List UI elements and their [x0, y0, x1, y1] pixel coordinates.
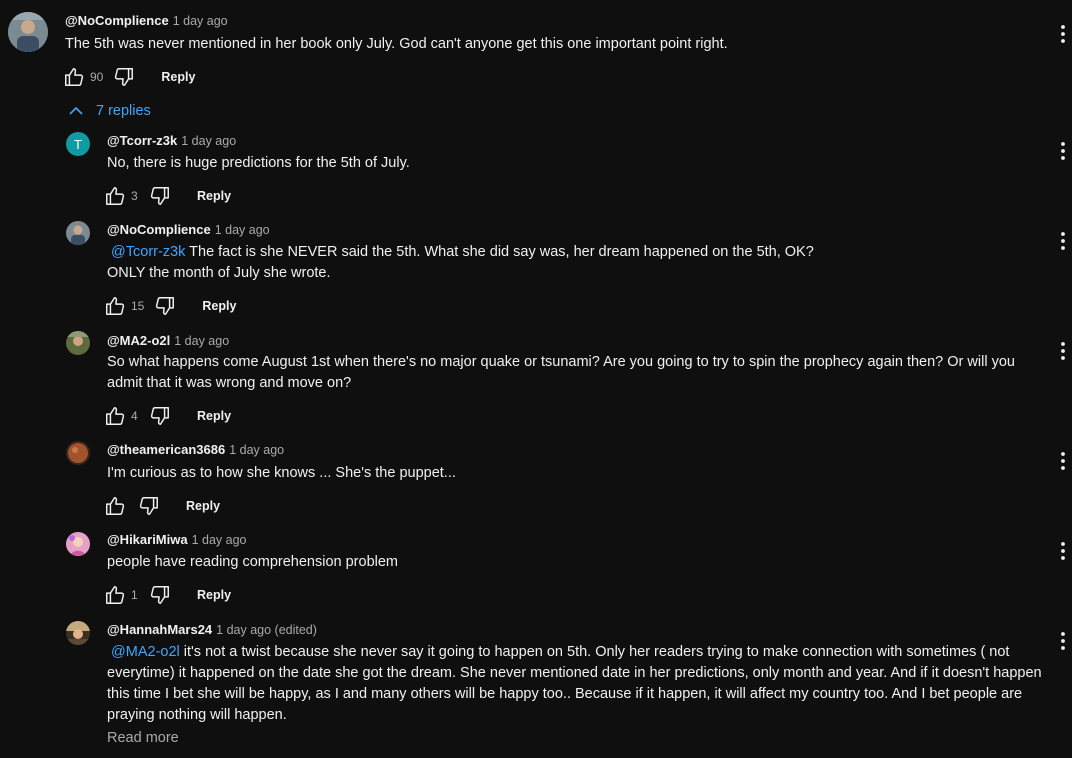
dislike-icon[interactable] — [149, 584, 171, 606]
comment-author[interactable]: @NoComplience — [65, 13, 169, 28]
comment-header: @MA2-o2l 1 day ago — [107, 333, 229, 348]
mention-link[interactable]: @MA2-o2l — [111, 644, 180, 660]
comment-text-line: everytime) it happened on the date she g… — [107, 665, 1042, 681]
dislike-icon[interactable] — [149, 405, 171, 427]
comment-text: No, there is huge predictions for the 5t… — [107, 153, 1057, 174]
comment-header: @theamerican3686 1 day ago — [107, 442, 284, 457]
more-options-icon[interactable] — [1056, 449, 1070, 473]
dislike-icon[interactable] — [154, 295, 176, 317]
replies-count-label: 7 replies — [96, 103, 151, 119]
avatar[interactable] — [66, 221, 90, 245]
comment-text-line: praying nothing will happen. — [107, 707, 287, 723]
reply-comment: @HikariMiwa 1 day ago people have reading… — [0, 524, 1072, 612]
comment-author[interactable]: @MA2-o2l — [107, 333, 170, 348]
comment-actions: 15 Reply — [104, 294, 236, 318]
comment-author[interactable]: @HannahMars24 — [107, 622, 212, 637]
comment-time[interactable]: 1 day ago — [192, 533, 247, 547]
comment-header: @HikariMiwa 1 day ago — [107, 532, 247, 547]
comment-text-line: @MA2-o2l it's not a twist because she ne… — [107, 642, 1057, 663]
more-options-icon[interactable] — [1056, 229, 1070, 253]
comment-time[interactable]: 1 day ago — [181, 134, 236, 148]
comment-text-line: No, there is huge predictions for the 5t… — [107, 155, 410, 171]
comment-actions: 4 Reply — [104, 404, 231, 428]
top-comment: @NoComplience 1 day ago The 5th was never… — [0, 0, 1072, 100]
comment-text-segment: The fact is she NEVER said the 5th. What… — [185, 244, 814, 260]
like-count: 4 — [131, 409, 138, 423]
comment-text-line: ONLY the month of July she wrote. — [107, 265, 331, 281]
avatar[interactable] — [8, 12, 48, 52]
comment-time[interactable]: 1 day ago (edited) — [216, 623, 317, 637]
comment-text: @MA2-o2l it's not a twist because she ne… — [107, 642, 1057, 726]
comment-header: @NoComplience 1 day ago — [65, 13, 228, 28]
like-icon[interactable] — [63, 66, 85, 88]
more-options-icon[interactable] — [1056, 629, 1070, 653]
read-more-link[interactable]: Read more — [107, 730, 179, 746]
comment-text-line: this time I bet she will be happy, as I … — [107, 686, 1023, 702]
reply-button[interactable]: Reply — [197, 189, 231, 203]
like-icon[interactable] — [104, 584, 126, 606]
avatar[interactable]: T — [66, 132, 90, 156]
dislike-icon[interactable] — [138, 495, 160, 517]
replies-toggle[interactable]: 7 replies — [66, 101, 151, 121]
comment-author[interactable]: @NoComplience — [107, 222, 211, 237]
more-options-icon[interactable] — [1056, 539, 1070, 563]
reply-comment: @MA2-o2l 1 day ago So what happens come A… — [0, 324, 1072, 429]
more-options-icon[interactable] — [1056, 22, 1070, 46]
like-icon[interactable] — [104, 295, 126, 317]
comment-author[interactable]: @HikariMiwa — [107, 532, 188, 547]
avatar[interactable] — [66, 441, 90, 465]
reply-comment: @theamerican3686 1 day ago I'm curious as… — [0, 434, 1072, 522]
comment-text-line: people have reading comprehension proble… — [107, 554, 398, 570]
comment-actions: 1 Reply — [104, 583, 231, 607]
comment-actions: Reply — [104, 494, 220, 518]
comment-actions: 90 Reply — [63, 65, 195, 89]
comment-text-line: The 5th was never mentioned in her book … — [65, 36, 728, 52]
chevron-up-icon — [69, 106, 83, 115]
like-icon[interactable] — [104, 405, 126, 427]
comment-text: @Tcorr-z3k The fact is she NEVER said th… — [107, 242, 1057, 284]
comment-text: I'm curious as to how she knows ... She'… — [107, 463, 1057, 484]
more-options-icon[interactable] — [1056, 339, 1070, 363]
avatar[interactable] — [66, 621, 90, 645]
comment-header: @HannahMars24 1 day ago (edited) — [107, 622, 317, 637]
dislike-icon[interactable] — [113, 66, 135, 88]
reply-button[interactable]: Reply — [202, 299, 236, 313]
comment-time[interactable]: 1 day ago — [229, 443, 284, 457]
comment-text-line: @Tcorr-z3k The fact is she NEVER said th… — [107, 242, 1057, 263]
more-options-icon[interactable] — [1056, 139, 1070, 163]
comment-header: @NoComplience 1 day ago — [107, 222, 270, 237]
like-icon[interactable] — [104, 185, 126, 207]
reply-comment: @NoComplience 1 day ago @Tcorr-z3k The fa… — [0, 214, 1072, 319]
like-count: 1 — [131, 588, 138, 602]
comment-text-line: I'm curious as to how she knows ... She'… — [107, 465, 456, 481]
reply-button[interactable]: Reply — [197, 588, 231, 602]
comment-text-line: So what happens come August 1st when the… — [107, 354, 1015, 370]
comment-text-segment: it's not a twist because she never say i… — [179, 644, 1010, 660]
dislike-icon[interactable] — [149, 185, 171, 207]
comment-text: The 5th was never mentioned in her book … — [65, 34, 1015, 55]
comment-text: So what happens come August 1st when the… — [107, 352, 1057, 394]
like-count: 90 — [90, 70, 104, 84]
mention-link[interactable]: @Tcorr-z3k — [111, 244, 185, 260]
comment-author[interactable]: @theamerican3686 — [107, 442, 225, 457]
comment-author[interactable]: @Tcorr-z3k — [107, 133, 177, 148]
avatar[interactable] — [66, 331, 90, 355]
like-count: 15 — [131, 299, 145, 313]
reply-comment: T @Tcorr-z3k 1 day ago No, there is huge … — [0, 125, 1072, 213]
reply-button[interactable]: Reply — [197, 409, 231, 423]
like-count: 3 — [131, 189, 138, 203]
avatar[interactable] — [66, 532, 90, 556]
comment-text: people have reading comprehension proble… — [107, 552, 1057, 573]
reply-button[interactable]: Reply — [186, 499, 220, 513]
comment-actions: 3 Reply — [104, 184, 231, 208]
like-icon[interactable] — [104, 495, 126, 517]
comment-text-line: admit that it was wrong and move on? — [107, 375, 352, 391]
comment-time[interactable]: 1 day ago — [215, 223, 270, 237]
comment-header: @Tcorr-z3k 1 day ago — [107, 133, 236, 148]
comment-time[interactable]: 1 day ago — [173, 14, 228, 28]
comment-time[interactable]: 1 day ago — [174, 334, 229, 348]
reply-button[interactable]: Reply — [161, 70, 195, 84]
avatar-letter: T — [74, 136, 82, 152]
